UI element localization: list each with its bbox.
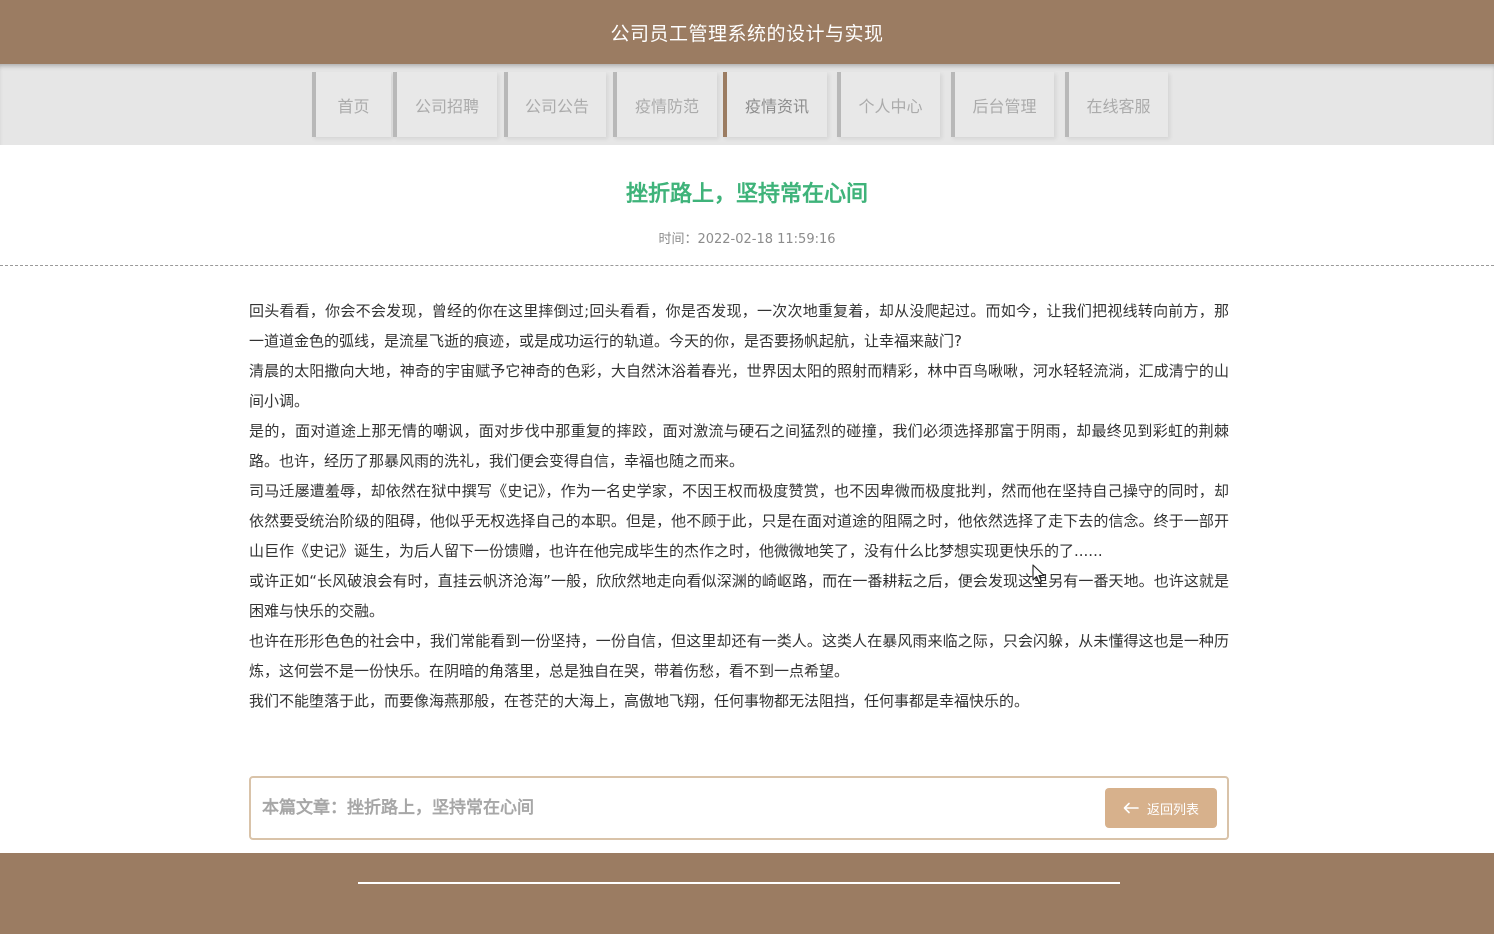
nav-item-recruitment[interactable]: 公司招聘 <box>393 72 497 137</box>
nav-item-label: 疫情防范 <box>634 96 699 116</box>
article-time: 时间：2022-02-18 11:59:16 <box>658 232 836 247</box>
site-footer <box>0 853 1494 934</box>
nav-item-home[interactable]: 首页 <box>312 72 391 137</box>
article-paragraph: 也许在形形色色的社会中，我们常能看到一份坚持，一份自信，但这里却还有一类人。这类… <box>249 632 1229 680</box>
nav-item-label: 公司公告 <box>524 96 589 116</box>
back-button-label: 返回列表 <box>1146 802 1199 818</box>
nav-item-label: 首页 <box>337 96 370 116</box>
site-header: 公司员工管理系统的设计与实现 <box>0 0 1494 64</box>
nav-item-label: 后台管理 <box>972 96 1037 116</box>
site-title: 公司员工管理系统的设计与实现 <box>610 22 884 45</box>
nav-item-label: 公司招聘 <box>414 96 479 116</box>
nav-item-epidemic-prevention[interactable]: 疫情防范 <box>613 72 717 137</box>
article-paragraph: 是的，面对道途上那无情的嘲讽，面对步伐中那重复的摔跤，面对激流与硬石之间猛烈的碰… <box>249 422 1229 470</box>
article-body: 回头看看，你会不会发现，曾经的你在这里摔倒过;回头看看，你是否发现，一次次地重复… <box>249 296 1229 716</box>
article-footer: 本篇文章：挫折路上，坚持常在心间 返回列表 <box>249 776 1229 840</box>
footer-divider <box>358 882 1120 884</box>
article-paragraph: 我们不能堕落于此，而要像海燕那般，在苍茫的大海上，高傲地飞翔，任何事物都无法阻挡… <box>249 692 1030 710</box>
nav-item-personal-center[interactable]: 个人中心 <box>837 72 940 137</box>
article-paragraph: 回头看看，你会不会发现，曾经的你在这里摔倒过;回头看看，你是否发现，一次次地重复… <box>249 302 1229 350</box>
article-paragraph: 清晨的太阳撒向大地，神奇的宇宙赋予它神奇的色彩，大自然沐浴着春光，世界因太阳的照… <box>249 362 1229 410</box>
arrow-left-icon <box>1123 802 1139 814</box>
nav-item-announcements[interactable]: 公司公告 <box>504 72 606 137</box>
nav-item-admin[interactable]: 后台管理 <box>951 72 1054 137</box>
article-title: 挫折路上，坚持常在心间 <box>625 182 868 207</box>
nav-item-label: 疫情资讯 <box>744 96 809 116</box>
nav-item-online-service[interactable]: 在线客服 <box>1065 72 1168 137</box>
back-to-list-button[interactable]: 返回列表 <box>1105 788 1217 828</box>
current-article-name: 本篇文章：挫折路上，坚持常在心间 <box>262 798 534 818</box>
main-nav: 首页 公司招聘 公司公告 疫情防范 疫情资讯 个人中心 后台管理 在线客服 <box>0 64 1494 145</box>
nav-item-label: 在线客服 <box>1086 96 1151 116</box>
article-paragraph: 或许正如“长风破浪会有时，直挂云帆济沧海”一般，欣欣然地走向看似深渊的崎岖路，而… <box>249 572 1229 620</box>
mouse-cursor-icon <box>1032 564 1046 588</box>
divider <box>0 265 1494 266</box>
nav-item-label: 个人中心 <box>858 96 923 116</box>
article-paragraph: 司马迁屡遭羞辱，却依然在狱中撰写《史记》，作为一名史学家，不因王权而极度赞赏，也… <box>249 482 1229 560</box>
nav-item-epidemic-news[interactable]: 疫情资讯 <box>723 72 827 137</box>
